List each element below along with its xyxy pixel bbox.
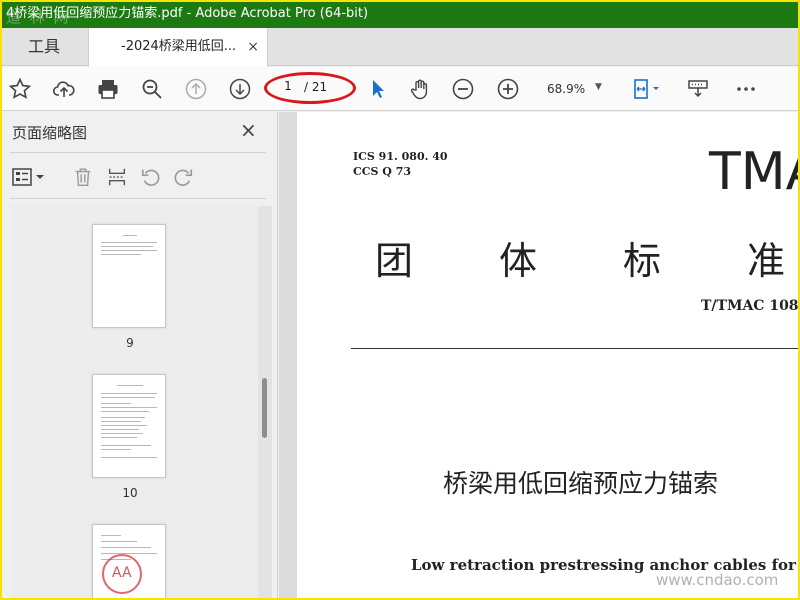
zoom-in-icon[interactable] [494, 75, 522, 103]
comment-tool-icon[interactable] [684, 75, 712, 103]
undo-icon[interactable] [138, 164, 164, 190]
insert-page-icon[interactable] [104, 164, 130, 190]
panel-toolbar [0, 156, 278, 200]
scrollbar-thumb[interactable] [262, 378, 267, 438]
thumbnail-page-9[interactable] [92, 224, 166, 328]
window-title-bar: 4桥梁用低回缩预应力锚索.pdf - Adobe Acrobat Pro (64… [0, 0, 800, 28]
thumbnail-label: 10 [122, 486, 138, 500]
tab-close-icon[interactable]: × [247, 28, 259, 66]
prev-page-icon[interactable] [182, 75, 210, 103]
star-icon[interactable] [6, 75, 34, 103]
stamp-text: AA [112, 565, 132, 581]
hand-tool-icon[interactable] [406, 75, 434, 103]
ics-code: ICS 91. 080. 40 [353, 150, 448, 163]
panel-close-icon[interactable]: × [240, 118, 257, 142]
next-page-icon[interactable] [226, 75, 254, 103]
tab-document-label: -2024桥梁用低回... [121, 39, 237, 54]
select-cursor-icon[interactable] [363, 75, 391, 103]
standard-type-title: 团体标准 [375, 239, 785, 283]
title-chinese: 桥梁用低回缩预应力锚索 [443, 469, 719, 498]
zoom-value: 68.9% [547, 82, 586, 96]
thumbnail-page-10[interactable] [92, 374, 166, 478]
red-stamp-seal: AA [102, 554, 142, 594]
divider [10, 198, 266, 199]
divider-line [351, 348, 800, 349]
document-viewport[interactable]: ICS 91. 080. 40 CCS Q 73 TMA 团体标准 T/TMAC… [279, 112, 800, 600]
zoom-out-icon[interactable] [449, 75, 477, 103]
redo-icon[interactable] [170, 164, 196, 190]
chevron-down-icon: ▼ [595, 82, 602, 92]
page-number-box: 1 / 21 [264, 72, 356, 104]
document-page: ICS 91. 080. 40 CCS Q 73 TMA 团体标准 T/TMAC… [297, 112, 800, 600]
tab-document[interactable]: -2024桥梁用低回... × [88, 28, 268, 67]
tab-bar: 工具 -2024桥梁用低回... × [0, 28, 800, 67]
watermark-top: 道 林 网 [6, 8, 71, 26]
zoom-out-search-icon[interactable] [138, 75, 166, 103]
divider [10, 152, 266, 153]
trash-icon[interactable] [70, 164, 96, 190]
fit-page-icon[interactable] [628, 75, 664, 103]
thumbnail-label: 9 [126, 336, 134, 350]
page-total: / 21 [304, 80, 328, 94]
ccs-code: CCS Q 73 [353, 165, 412, 178]
header-logo-text: TMA [709, 142, 800, 202]
print-icon[interactable] [94, 75, 122, 103]
options-menu-icon[interactable] [10, 164, 46, 190]
cloud-upload-icon[interactable] [50, 75, 78, 103]
standard-number: T/TMAC 108 [701, 298, 799, 314]
tab-tools[interactable]: 工具 [0, 28, 88, 66]
main-toolbar: 1 / 21 68.9% ▼ [0, 67, 800, 111]
zoom-select[interactable]: 68.9% ▼ [537, 80, 611, 102]
panel-title: 页面缩略图 [12, 124, 88, 142]
thumbnail-scrollbar[interactable] [258, 206, 272, 600]
more-icon[interactable] [732, 75, 760, 103]
page-number-input[interactable]: 1 [276, 79, 300, 97]
thumbnail-list: 9 10 [10, 206, 258, 600]
thumbnail-panel: 页面缩略图 × 9 10 [0, 112, 278, 600]
watermark-bottom: www.cndao.com [656, 571, 779, 589]
